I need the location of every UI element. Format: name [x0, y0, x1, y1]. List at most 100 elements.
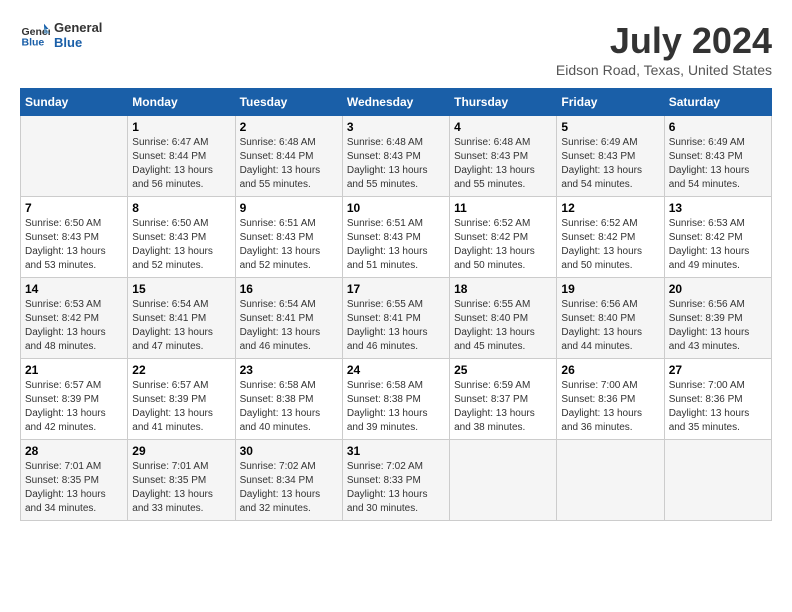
cell-info: Sunrise: 7:00 AMSunset: 8:36 PMDaylight:…: [669, 379, 767, 435]
day-number: 1: [132, 120, 230, 134]
page-header: General Blue General Blue July 2024 Eids…: [20, 20, 772, 78]
day-of-week-header: Saturday: [664, 89, 771, 116]
cell-info: Sunrise: 6:53 AMSunset: 8:42 PMDaylight:…: [25, 298, 123, 354]
cell-info: Sunrise: 6:58 AMSunset: 8:38 PMDaylight:…: [347, 379, 445, 435]
day-number: 24: [347, 363, 445, 377]
calendar-cell: 2 Sunrise: 6:48 AMSunset: 8:44 PMDaylight…: [235, 116, 342, 197]
title-block: July 2024 Eidson Road, Texas, United Sta…: [556, 20, 772, 78]
calendar-cell: 5 Sunrise: 6:49 AMSunset: 8:43 PMDaylight…: [557, 116, 664, 197]
day-number: 26: [561, 363, 659, 377]
calendar-cell: [557, 440, 664, 521]
cell-info: Sunrise: 6:48 AMSunset: 8:44 PMDaylight:…: [240, 136, 338, 192]
cell-info: Sunrise: 6:50 AMSunset: 8:43 PMDaylight:…: [132, 217, 230, 273]
cell-info: Sunrise: 6:51 AMSunset: 8:43 PMDaylight:…: [240, 217, 338, 273]
day-number: 11: [454, 201, 552, 215]
cell-info: Sunrise: 6:47 AMSunset: 8:44 PMDaylight:…: [132, 136, 230, 192]
cell-info: Sunrise: 6:56 AMSunset: 8:40 PMDaylight:…: [561, 298, 659, 354]
calendar-cell: [450, 440, 557, 521]
calendar-week-row: 1 Sunrise: 6:47 AMSunset: 8:44 PMDaylight…: [21, 116, 772, 197]
day-number: 23: [240, 363, 338, 377]
logo-general: General: [54, 20, 102, 35]
cell-info: Sunrise: 6:54 AMSunset: 8:41 PMDaylight:…: [240, 298, 338, 354]
day-of-week-header: Wednesday: [342, 89, 449, 116]
calendar-cell: [21, 116, 128, 197]
calendar-cell: 24 Sunrise: 6:58 AMSunset: 8:38 PMDayligh…: [342, 359, 449, 440]
calendar-table: SundayMondayTuesdayWednesdayThursdayFrid…: [20, 88, 772, 521]
calendar-cell: [664, 440, 771, 521]
day-number: 10: [347, 201, 445, 215]
calendar-cell: 1 Sunrise: 6:47 AMSunset: 8:44 PMDaylight…: [128, 116, 235, 197]
cell-info: Sunrise: 7:00 AMSunset: 8:36 PMDaylight:…: [561, 379, 659, 435]
day-of-week-header: Friday: [557, 89, 664, 116]
calendar-week-row: 7 Sunrise: 6:50 AMSunset: 8:43 PMDaylight…: [21, 197, 772, 278]
cell-info: Sunrise: 7:02 AMSunset: 8:33 PMDaylight:…: [347, 460, 445, 516]
calendar-cell: 8 Sunrise: 6:50 AMSunset: 8:43 PMDaylight…: [128, 197, 235, 278]
day-number: 14: [25, 282, 123, 296]
cell-info: Sunrise: 6:52 AMSunset: 8:42 PMDaylight:…: [561, 217, 659, 273]
day-number: 28: [25, 444, 123, 458]
day-of-week-header: Thursday: [450, 89, 557, 116]
cell-info: Sunrise: 6:54 AMSunset: 8:41 PMDaylight:…: [132, 298, 230, 354]
cell-info: Sunrise: 7:01 AMSunset: 8:35 PMDaylight:…: [132, 460, 230, 516]
day-number: 18: [454, 282, 552, 296]
day-number: 8: [132, 201, 230, 215]
day-number: 7: [25, 201, 123, 215]
cell-info: Sunrise: 6:55 AMSunset: 8:40 PMDaylight:…: [454, 298, 552, 354]
calendar-cell: 14 Sunrise: 6:53 AMSunset: 8:42 PMDayligh…: [21, 278, 128, 359]
calendar-cell: 4 Sunrise: 6:48 AMSunset: 8:43 PMDaylight…: [450, 116, 557, 197]
calendar-cell: 9 Sunrise: 6:51 AMSunset: 8:43 PMDaylight…: [235, 197, 342, 278]
calendar-cell: 29Sunrise: 7:01 AMSunset: 8:35 PMDayligh…: [128, 440, 235, 521]
logo: General Blue General Blue: [20, 20, 102, 50]
day-number: 16: [240, 282, 338, 296]
day-number: 17: [347, 282, 445, 296]
day-number: 22: [132, 363, 230, 377]
day-of-week-header: Monday: [128, 89, 235, 116]
cell-info: Sunrise: 6:55 AMSunset: 8:41 PMDaylight:…: [347, 298, 445, 354]
calendar-cell: 11 Sunrise: 6:52 AMSunset: 8:42 PMDayligh…: [450, 197, 557, 278]
cell-info: Sunrise: 6:49 AMSunset: 8:43 PMDaylight:…: [669, 136, 767, 192]
calendar-cell: 25Sunrise: 6:59 AMSunset: 8:37 PMDayligh…: [450, 359, 557, 440]
day-number: 15: [132, 282, 230, 296]
calendar-cell: 10 Sunrise: 6:51 AMSunset: 8:43 PMDayligh…: [342, 197, 449, 278]
cell-info: Sunrise: 6:48 AMSunset: 8:43 PMDaylight:…: [454, 136, 552, 192]
calendar-cell: 19 Sunrise: 6:56 AMSunset: 8:40 PMDayligh…: [557, 278, 664, 359]
calendar-cell: 18 Sunrise: 6:55 AMSunset: 8:40 PMDayligh…: [450, 278, 557, 359]
calendar-week-row: 14 Sunrise: 6:53 AMSunset: 8:42 PMDayligh…: [21, 278, 772, 359]
day-number: 25: [454, 363, 552, 377]
calendar-week-row: 28 Sunrise: 7:01 AMSunset: 8:35 PMDayligh…: [21, 440, 772, 521]
cell-info: Sunrise: 7:02 AMSunset: 8:34 PMDaylight:…: [240, 460, 338, 516]
calendar-cell: 12Sunrise: 6:52 AMSunset: 8:42 PMDayligh…: [557, 197, 664, 278]
day-of-week-header: Sunday: [21, 89, 128, 116]
calendar-header-row: SundayMondayTuesdayWednesdayThursdayFrid…: [21, 89, 772, 116]
calendar-cell: 7Sunrise: 6:50 AMSunset: 8:43 PMDaylight…: [21, 197, 128, 278]
calendar-cell: 13Sunrise: 6:53 AMSunset: 8:42 PMDayligh…: [664, 197, 771, 278]
calendar-cell: 23Sunrise: 6:58 AMSunset: 8:38 PMDayligh…: [235, 359, 342, 440]
calendar-cell: 27Sunrise: 7:00 AMSunset: 8:36 PMDayligh…: [664, 359, 771, 440]
calendar-cell: 15 Sunrise: 6:54 AMSunset: 8:41 PMDayligh…: [128, 278, 235, 359]
svg-text:Blue: Blue: [22, 37, 45, 49]
day-number: 31: [347, 444, 445, 458]
cell-info: Sunrise: 6:51 AMSunset: 8:43 PMDaylight:…: [347, 217, 445, 273]
logo-icon: General Blue: [20, 20, 50, 50]
day-number: 21: [25, 363, 123, 377]
day-number: 5: [561, 120, 659, 134]
day-number: 4: [454, 120, 552, 134]
calendar-cell: 28Sunrise: 7:01 AMSunset: 8:35 PMDayligh…: [21, 440, 128, 521]
cell-info: Sunrise: 6:48 AMSunset: 8:43 PMDaylight:…: [347, 136, 445, 192]
day-number: 2: [240, 120, 338, 134]
calendar-week-row: 21 Sunrise: 6:57 AMSunset: 8:39 PMDayligh…: [21, 359, 772, 440]
day-number: 6: [669, 120, 767, 134]
calendar-cell: 17 Sunrise: 6:55 AMSunset: 8:41 PMDayligh…: [342, 278, 449, 359]
day-number: 9: [240, 201, 338, 215]
cell-info: Sunrise: 6:57 AMSunset: 8:39 PMDaylight:…: [132, 379, 230, 435]
calendar-cell: 31 Sunrise: 7:02 AMSunset: 8:33 PMDayligh…: [342, 440, 449, 521]
cell-info: Sunrise: 6:56 AMSunset: 8:39 PMDaylight:…: [669, 298, 767, 354]
calendar-cell: 20Sunrise: 6:56 AMSunset: 8:39 PMDayligh…: [664, 278, 771, 359]
cell-info: Sunrise: 6:57 AMSunset: 8:39 PMDaylight:…: [25, 379, 123, 435]
day-of-week-header: Tuesday: [235, 89, 342, 116]
cell-info: Sunrise: 6:52 AMSunset: 8:42 PMDaylight:…: [454, 217, 552, 273]
day-number: 19: [561, 282, 659, 296]
calendar-cell: 3 Sunrise: 6:48 AMSunset: 8:43 PMDaylight…: [342, 116, 449, 197]
cell-info: Sunrise: 6:49 AMSunset: 8:43 PMDaylight:…: [561, 136, 659, 192]
day-number: 3: [347, 120, 445, 134]
